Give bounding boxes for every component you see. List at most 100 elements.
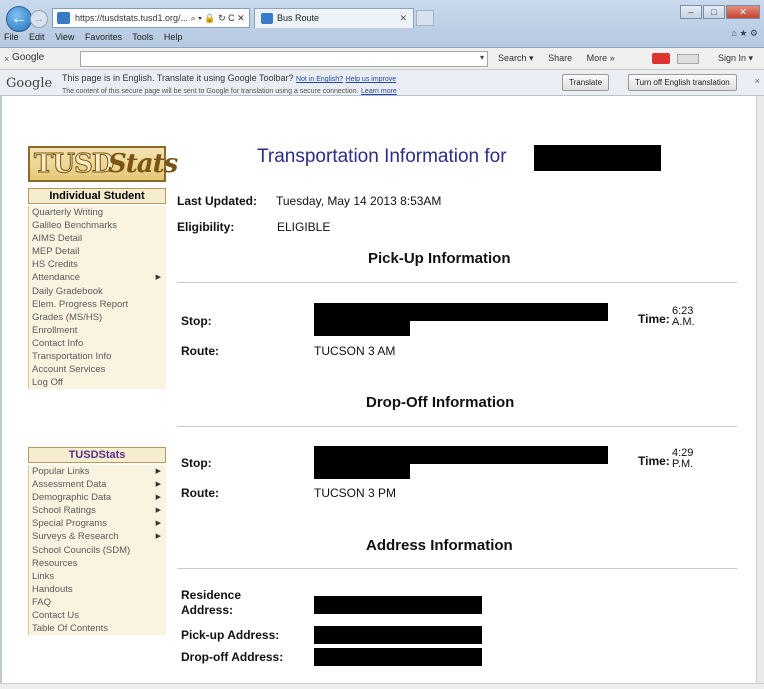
last-updated-label: Last Updated: (177, 194, 258, 208)
turn-off-translation-button[interactable]: Turn off English translation (628, 74, 737, 91)
toolbar-toggle[interactable] (677, 54, 699, 64)
gmail-icon[interactable] (652, 53, 670, 64)
pickup-time-label: Time: (638, 312, 670, 326)
sidebar-item-quarterly-writing[interactable]: Quarterly Writing (29, 206, 166, 219)
pickup-divider (177, 282, 737, 283)
learn-more-link[interactable]: Learn more (361, 88, 397, 95)
minimize-button[interactable]: – (680, 5, 702, 19)
translate-bar: Google This page is in English. Translat… (0, 70, 764, 96)
dropoff-divider (177, 426, 737, 427)
translate-bar-close-icon[interactable]: × (755, 76, 760, 86)
menu-file[interactable]: File (4, 32, 19, 42)
browser-titlebar: ← → https://tusdstats.tusd1.org/... ⌕ ▾ … (0, 0, 764, 48)
sidebar-item-mep-detail[interactable]: MEP Detail (29, 245, 166, 258)
sidebar-item-label: MEP Detail (32, 246, 80, 258)
sidebar-item-links[interactable]: Links (29, 570, 166, 583)
horizontal-scrollbar[interactable] (0, 683, 764, 689)
sidebar-item-daily-gradebook[interactable]: Daily Gradebook (29, 285, 166, 298)
dropoff-route-label: Route: (181, 486, 219, 500)
not-english-link[interactable]: Not in English? (296, 76, 343, 83)
window-controls: – □ ✕ (679, 2, 760, 19)
sidebar-item-label: Attendance (32, 272, 81, 284)
translate-button[interactable]: Translate (562, 74, 610, 91)
sidebar-item-hs-credits[interactable]: HS Credits (29, 258, 166, 271)
sidebar-item-surveys-research[interactable]: Surveys & Research ▶ (29, 530, 166, 543)
google-share-button[interactable]: Share (548, 53, 572, 63)
sidebar-list-tusdstats: Popular Links ▶ Assessment Data ▶ Demographi… (28, 465, 166, 636)
pickup-stop-label: Stop: (181, 314, 212, 328)
sidebar-item-grades-ms-hs[interactable]: Grades (MS/HS) (29, 311, 166, 324)
sidebar-item-label: Table Of Contents (32, 623, 109, 635)
sidebar-item-enrollment[interactable]: Enrollment (29, 324, 166, 337)
menu-favorites[interactable]: Favorites (85, 32, 122, 42)
menu-help[interactable]: Help (164, 32, 183, 42)
google-search-input[interactable]: ▾ (80, 51, 488, 67)
vertical-scrollbar[interactable] (756, 96, 764, 689)
pickup-heading: Pick-Up Information (368, 250, 511, 267)
new-tab-button[interactable] (416, 10, 434, 26)
sidebar-item-special-programs[interactable]: Special Programs ▶ (29, 517, 166, 530)
chevron-down-icon[interactable]: ▾ (480, 53, 484, 62)
google-signin-link[interactable]: Sign In ▾ (718, 53, 753, 64)
sidebar-item-elem-progress-report[interactable]: Elem. Progress Report (29, 298, 166, 311)
translate-subtext: The content of this secure page will be … (62, 88, 359, 95)
google-more-button[interactable]: More » (587, 53, 615, 63)
translate-message: This page is in English. Translate it us… (62, 73, 482, 97)
sidebar-item-label: Links (32, 570, 55, 582)
browser-tab[interactable]: Bus Route ✕ (254, 8, 414, 28)
sidebar-item-account-services[interactable]: Account Services (29, 363, 166, 376)
redacted-pickup-address (314, 626, 482, 644)
sidebar-item-log-off[interactable]: Log Off (29, 376, 166, 389)
sidebar-item-label: Demographic Data (32, 492, 112, 504)
site-favicon-icon (57, 12, 70, 24)
window-close-button[interactable]: ✕ (726, 5, 760, 19)
address-text: https://tusdstats.tusd1.org/... (75, 13, 189, 23)
sidebar-item-galileo-benchmarks[interactable]: Galileo Benchmarks (29, 219, 166, 232)
sidebar-item-table-of-contents[interactable]: Table Of Contents (29, 622, 166, 635)
address-controls[interactable]: ⌕ ▾ 🔒 ↻ C ✕ (191, 13, 245, 23)
sidebar-item-resources[interactable]: Resources (29, 557, 166, 570)
tusdstats-logo[interactable]: TUSD Stats (28, 146, 178, 182)
forward-button[interactable]: → (30, 10, 48, 28)
pickup-route-value: TUCSON 3 AM (314, 344, 396, 358)
sidebar-item-label: Enrollment (32, 324, 78, 336)
google-toolbar-close-icon[interactable]: × (4, 54, 9, 64)
menu-tools[interactable]: Tools (132, 32, 153, 42)
menu-view[interactable]: View (55, 32, 74, 42)
maximize-button[interactable]: □ (703, 5, 725, 19)
sidebar-item-transportation-info[interactable]: Transportation Info (29, 350, 166, 363)
sidebar-item-contact-us[interactable]: Contact Us (29, 609, 166, 622)
sidebar-item-label: Account Services (32, 364, 106, 376)
page-title: Transportation Information for (257, 146, 507, 167)
menu-edit[interactable]: Edit (29, 32, 45, 42)
submenu-arrow-icon: ▶ (155, 533, 161, 541)
sidebar-item-aims-detail[interactable]: AIMS Detail (29, 232, 166, 245)
home-favorites-tools-icons[interactable]: ⌂ ★ ⚙ (731, 28, 758, 39)
sidebar-item-faq[interactable]: FAQ (29, 596, 166, 609)
sidebar-item-school-ratings[interactable]: School Ratings ▶ (29, 504, 166, 517)
address-bar[interactable]: https://tusdstats.tusd1.org/... ⌕ ▾ 🔒 ↻ … (52, 8, 250, 28)
submenu-arrow-icon: ▶ (155, 507, 161, 515)
translate-google-logo: Google (6, 76, 53, 91)
sidebar-item-label: Log Off (32, 377, 63, 389)
eligibility-label: Eligibility: (177, 220, 235, 234)
sidebar-item-assessment-data[interactable]: Assessment Data ▶ (29, 478, 166, 491)
sidebar-item-contact-info[interactable]: Contact Info (29, 337, 166, 350)
sidebar-item-attendance[interactable]: Attendance ▶ (29, 271, 166, 284)
sidebar-item-label: Special Programs (32, 518, 107, 530)
sidebar-item-label: Quarterly Writing (32, 207, 104, 218)
sidebar-item-handouts[interactable]: Handouts (29, 583, 166, 596)
help-improve-link[interactable]: Help us improve (346, 76, 397, 83)
google-toolbar-logo: Google (12, 52, 45, 63)
address-divider (177, 568, 737, 569)
tab-close-icon[interactable]: ✕ (399, 9, 407, 27)
back-button[interactable]: ← (6, 6, 32, 32)
sidebar-item-demographic-data[interactable]: Demographic Data ▶ (29, 491, 166, 504)
pickup-route-label: Route: (181, 344, 219, 358)
sidebar-item-popular-links[interactable]: Popular Links ▶ (29, 465, 166, 478)
google-search-button[interactable]: Search ▾ (498, 53, 534, 63)
sidebar-item-label: Transportation Info (32, 351, 112, 363)
sidebar-item-label: Galileo Benchmarks (32, 220, 118, 232)
submenu-arrow-icon: ▶ (155, 481, 161, 489)
sidebar-item-school-councils-sdm[interactable]: School Councils (SDM) (29, 544, 166, 557)
